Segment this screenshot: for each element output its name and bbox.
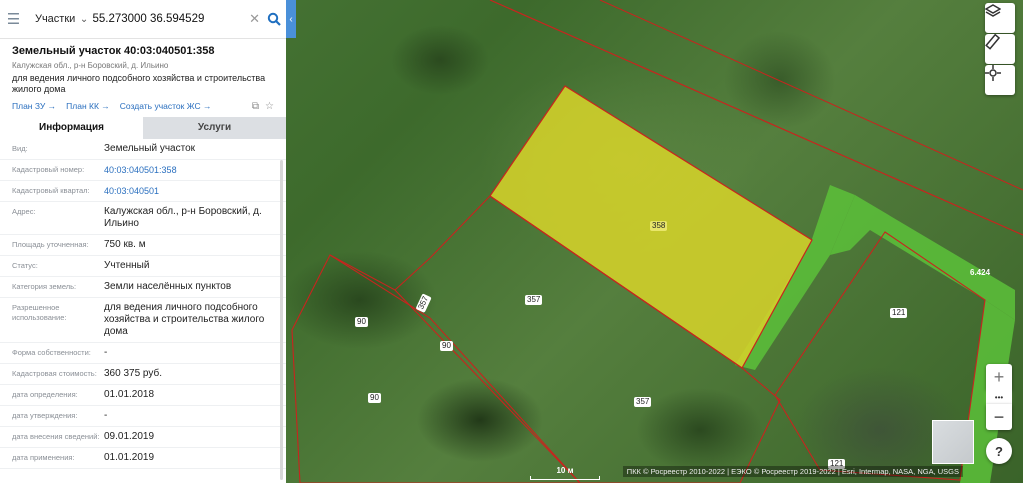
scrollbar[interactable] (280, 160, 283, 480)
tabs: Информация Услуги (0, 117, 286, 139)
collapse-panel-button[interactable]: ‹ (286, 0, 296, 38)
field-value: для ведения личного подсобного хозяйства… (104, 302, 265, 337)
cadastral-quarter-link[interactable]: 40:03:040501 (104, 185, 286, 197)
info-panel: ☰ Участки ⌄ ✕ Земельный участок 40:03:04… (0, 0, 286, 483)
field-label: Статус: (12, 261, 38, 270)
field-label: дата утверждения: (12, 411, 78, 420)
plot-label-358[interactable]: 358 (650, 221, 668, 231)
map-attribution: ПКК © Росреестр 2010-2022 | ЕЭКО © Росре… (622, 466, 963, 477)
info-row: Кадастровый квартал: 40:03:040501 (0, 181, 286, 202)
plot-address-subtitle: Калужская обл., р-н Боровский, д. Ильино (12, 61, 169, 70)
plot-label-90[interactable]: 90 (355, 317, 368, 327)
plot-label-357[interactable]: 357 (525, 295, 543, 305)
ruler-button[interactable] (985, 34, 1015, 64)
field-label: дата внесения сведений: (12, 432, 100, 441)
action-links: План ЗУ → План КК → Создать участок ЖС →… (0, 95, 286, 113)
copy-icon[interactable]: ⧉ (252, 101, 259, 112)
search-button[interactable] (263, 12, 286, 26)
info-row: Адрес: Калужская обл., р-н Боровский, д. … (0, 202, 286, 235)
info-table: Вид: Земельный участок Кадастровый номер:… (0, 139, 286, 469)
plan-kk-link[interactable]: План КК → (66, 101, 110, 111)
field-label: Разрешенное использование: (12, 303, 67, 322)
field-value: 360 375 руб. (104, 368, 162, 379)
field-label: Кадастровый квартал: (12, 186, 90, 195)
info-row: Форма собственности: - (0, 343, 286, 364)
info-row: Категория земель: Земли населённых пункто… (0, 277, 286, 298)
field-label: дата определения: (12, 390, 78, 399)
chevron-down-icon[interactable]: ⌄ (80, 14, 93, 25)
parcel-90 (291, 254, 581, 483)
field-value: - (104, 347, 108, 358)
crosshair-icon (985, 65, 1001, 81)
scale-label: 10 м (556, 466, 574, 475)
cadastral-number-link[interactable]: 40:03:040501:358 (104, 164, 286, 176)
field-label: Вид: (12, 144, 28, 153)
info-row: Площадь уточненная: 750 кв. м (0, 235, 286, 256)
plot-label-90[interactable]: 90 (440, 341, 453, 351)
clear-icon[interactable]: ✕ (246, 11, 262, 27)
field-value: 09.01.2019 (104, 431, 155, 442)
info-row: Статус: Учтенный (0, 256, 286, 277)
field-value: 750 кв. м (104, 239, 146, 250)
field-label: Кадастровая стоимость: (12, 369, 97, 378)
zoom-out-button[interactable]: − (986, 404, 1012, 430)
field-label: Адрес: (12, 207, 36, 216)
plot-purpose-subtitle: для ведения личного подсобного хозяйства… (12, 73, 266, 94)
field-value: Калужская обл., р-н Боровский, д. Ильино (104, 206, 262, 229)
plot-label-road[interactable]: 6.424 (968, 268, 992, 278)
info-row: Вид: Земельный участок (0, 139, 286, 160)
plan-zu-link[interactable]: План ЗУ → (12, 101, 56, 111)
tab-services[interactable]: Услуги (143, 117, 286, 139)
info-row: дата внесения сведений: 09.01.2019 (0, 427, 286, 448)
field-label: Кадастровый номер: (12, 165, 85, 174)
page-title: Земельный участок 40:03:040501:358 (12, 45, 215, 57)
info-row: дата определения: 01.01.2018 (0, 385, 286, 406)
scale-bar-line (530, 476, 600, 480)
field-label: Категория земель: (12, 282, 77, 291)
help-icon: ? (995, 443, 1003, 459)
search-icon (268, 12, 282, 26)
minimap[interactable] (932, 420, 974, 464)
plot-label-357[interactable]: 357 (634, 397, 652, 407)
search-category-select[interactable]: Участки (27, 13, 80, 25)
info-row: дата применения: 01.01.2019 (0, 448, 286, 469)
info-row: Кадастровая стоимость: 360 375 руб. (0, 364, 286, 385)
search-bar: ☰ Участки ⌄ ✕ (0, 0, 286, 39)
boundary-divider (329, 254, 396, 291)
plot-label-121[interactable]: 121 (890, 308, 908, 318)
zoom-in-button[interactable]: + (986, 364, 1012, 390)
field-value: Земельный участок (104, 143, 196, 154)
plot-label-90[interactable]: 90 (368, 393, 381, 403)
field-value: 01.01.2018 (104, 389, 155, 400)
field-label: Форма собственности: (12, 348, 91, 357)
star-icon[interactable]: ☆ (265, 101, 274, 112)
search-input[interactable] (92, 13, 247, 25)
info-row: Разрешенное использование: для ведения ли… (0, 298, 286, 343)
ruler-icon (985, 34, 1001, 50)
layers-icon (985, 4, 1001, 17)
layers-button[interactable] (985, 3, 1015, 33)
field-value: 01.01.2019 (104, 452, 155, 463)
tab-information[interactable]: Информация (0, 117, 143, 139)
chevron-left-icon: ‹ (289, 13, 293, 25)
scale-bar: 10 м (530, 466, 600, 480)
locate-button[interactable] (985, 65, 1015, 95)
field-label: Площадь уточненная: (12, 240, 89, 249)
field-value: - (104, 410, 108, 421)
field-value: Учтенный (104, 260, 150, 271)
field-value: Земли населённых пунктов (104, 281, 232, 292)
field-label: дата применения: (12, 453, 75, 462)
create-plot-link[interactable]: Создать участок ЖС → (120, 101, 212, 111)
info-row: дата утверждения: - (0, 406, 286, 427)
help-button[interactable]: ? (986, 438, 1012, 464)
hamburger-menu-icon[interactable]: ☰ (0, 10, 27, 28)
info-row: Кадастровый номер: 40:03:040501:358 (0, 160, 286, 181)
